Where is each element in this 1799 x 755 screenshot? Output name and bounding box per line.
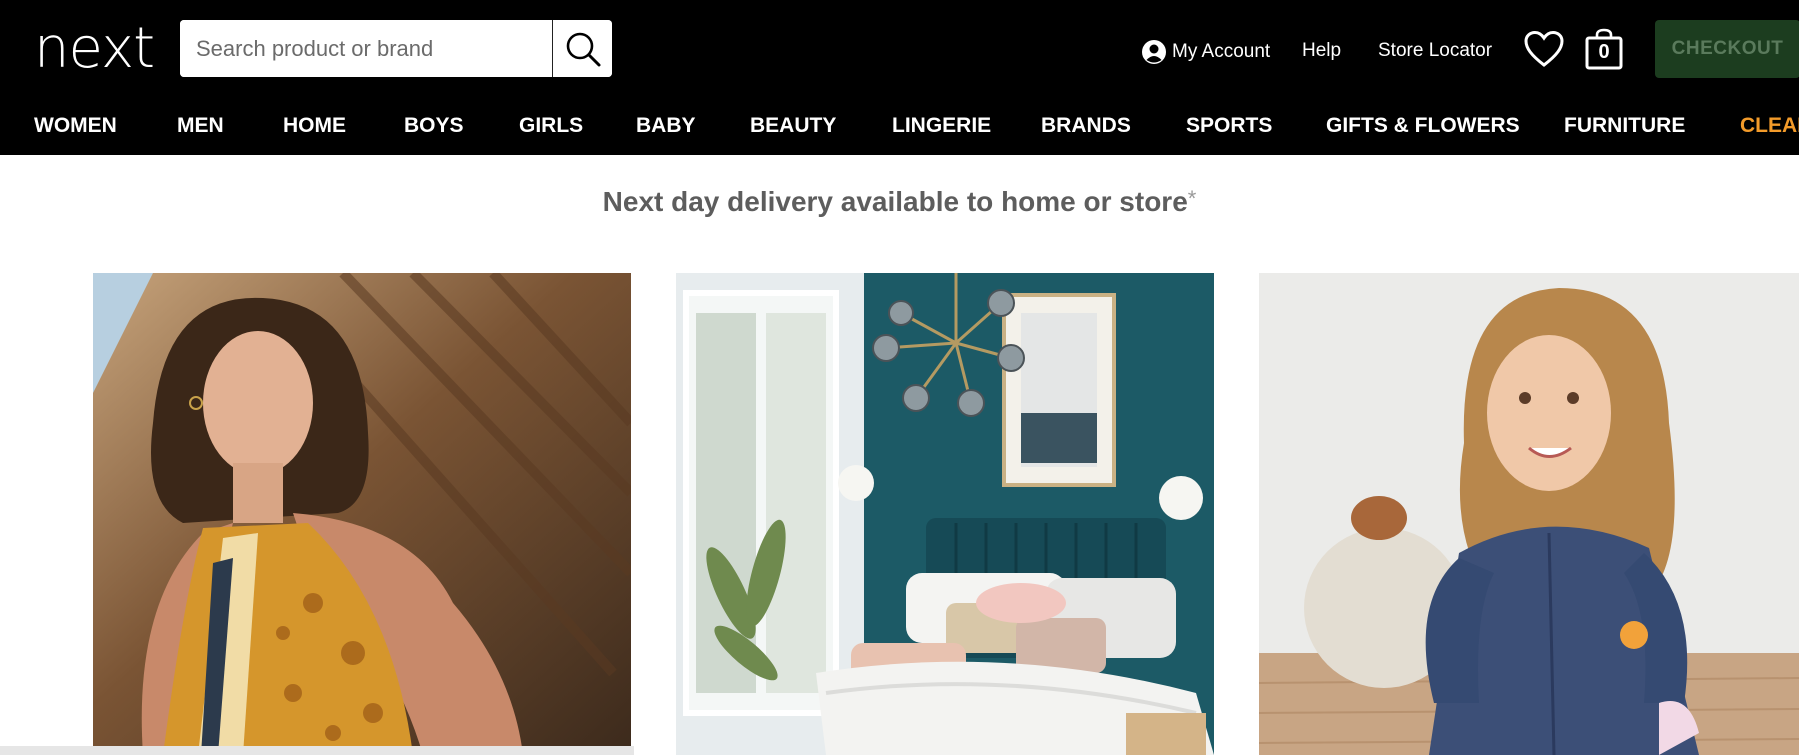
favourites-button[interactable] [1523,30,1565,73]
nav-item-baby[interactable]: BABY [636,114,696,138]
promo-tile-kids[interactable] [1259,273,1799,755]
nav-item-women[interactable]: WOMEN [34,114,117,138]
delivery-banner: Next day delivery available to home or s… [0,186,1799,218]
nav-item-boys[interactable]: BOYS [404,114,464,138]
nav-item-beauty[interactable]: BEAUTY [750,114,836,138]
shopping-bag-button[interactable]: 0 [1584,28,1624,70]
nav-item-girls[interactable]: GIRLS [519,114,583,138]
horizontal-scrollbar[interactable] [0,746,634,755]
help-link[interactable]: Help [1302,40,1341,62]
nav-item-brands[interactable]: BRANDS [1041,114,1131,138]
search-input[interactable] [180,20,552,77]
delivery-asterisk: * [1187,186,1197,211]
next-logo[interactable]: next [34,14,155,84]
nav-item-men[interactable]: MEN [177,114,224,138]
header-links: My Account Help Store Locator 0 CHECKOUT [1000,0,1799,100]
nav-item-sports[interactable]: SPORTS [1186,114,1272,138]
bedroom-photo [676,273,1214,755]
nav-item-lingerie[interactable]: LINGERIE [892,114,991,138]
delivery-banner-text: Next day delivery available to home or s… [602,186,1188,217]
nav-item-gifts-flowers[interactable]: GIFTS & FLOWERS [1326,114,1520,138]
site-header: next My Account Help Store Locator [0,0,1799,155]
search-button[interactable] [552,20,612,77]
promo-tile-home[interactable] [676,273,1214,755]
girls-dress-photo [1259,273,1799,755]
nav-item-clearance[interactable]: CLEAR [1740,114,1799,138]
nav-item-furniture[interactable]: FURNITURE [1564,114,1685,138]
search-icon [566,32,600,66]
search-bar [180,20,612,77]
my-account-label: My Account [1172,41,1271,62]
bag-count: 0 [1598,41,1610,63]
heart-icon [1524,30,1564,67]
promo-tile-women[interactable] [93,273,631,755]
womenswear-photo [93,273,631,755]
category-nav: WOMEN MEN HOME BOYS GIRLS BABY BEAUTY LI… [0,100,1799,155]
store-locator-link[interactable]: Store Locator [1378,40,1492,62]
nav-item-home[interactable]: HOME [283,114,346,138]
my-account-link[interactable]: My Account [1142,40,1270,64]
checkout-button[interactable]: CHECKOUT [1655,20,1799,78]
user-icon [1142,40,1166,64]
